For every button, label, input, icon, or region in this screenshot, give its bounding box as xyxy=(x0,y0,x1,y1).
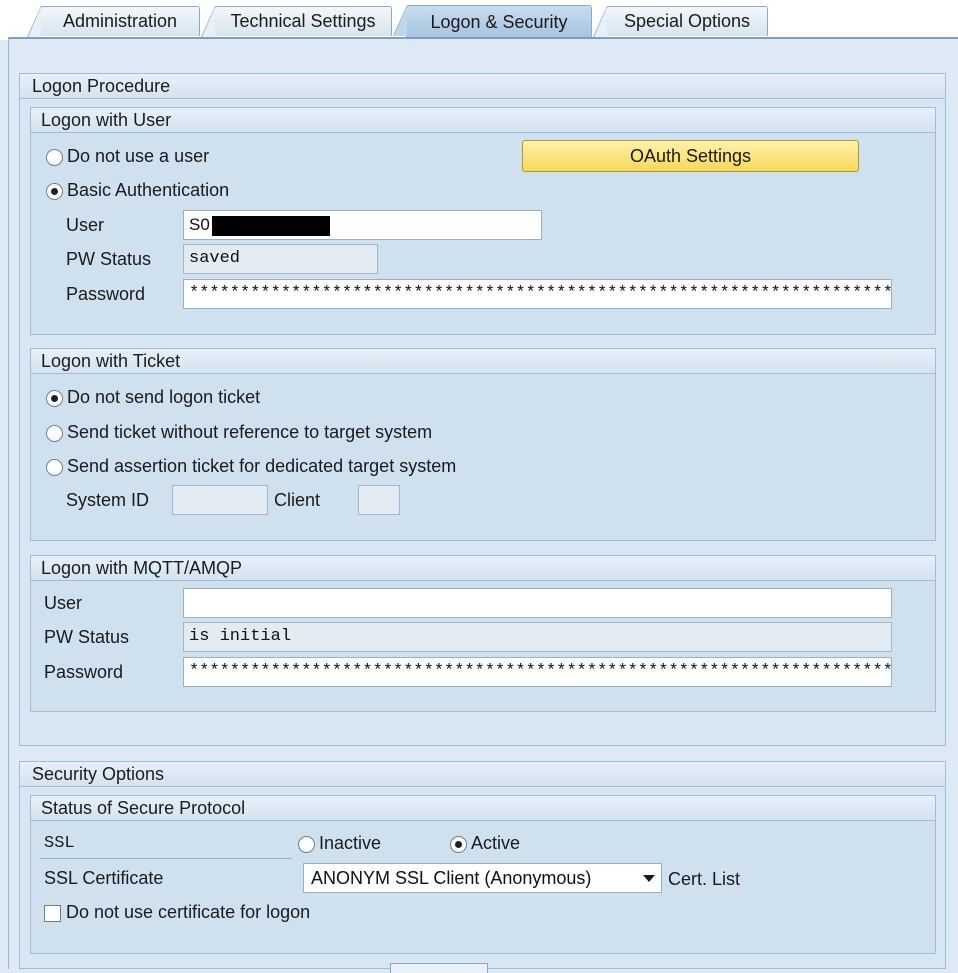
mqtt-user-input[interactable] xyxy=(183,588,892,618)
system-id-input[interactable] xyxy=(172,485,268,515)
pw-status-label: PW Status xyxy=(66,249,152,269)
tab-edge xyxy=(393,5,407,36)
radio-assertion-ticket[interactable] xyxy=(46,459,63,476)
tab-label: Technical Settings xyxy=(230,11,376,31)
pw-status-field: saved xyxy=(183,244,378,274)
radio-ssl-active-label: Active xyxy=(471,833,521,853)
mqtt-user-label: User xyxy=(44,593,83,613)
ssl-label: SSL xyxy=(44,834,75,853)
tab-edge xyxy=(593,6,607,37)
mqtt-pw-status-label: PW Status xyxy=(44,627,130,647)
tab-edge xyxy=(27,6,41,37)
tab-logon-security[interactable]: Logon & Security xyxy=(393,5,592,38)
radio-no-ticket[interactable] xyxy=(46,390,63,407)
bottom-button-edge[interactable] xyxy=(390,963,488,973)
radio-send-ticket-label: Send ticket without reference to target … xyxy=(67,422,433,442)
ssl-certificate-dropdown[interactable]: ANONYM SSL Client (Anonymous) xyxy=(303,863,662,893)
group-title: Security Options xyxy=(20,762,945,787)
oauth-settings-button[interactable]: OAuth Settings xyxy=(522,140,859,172)
cert-list-link[interactable]: Cert. List xyxy=(668,869,740,890)
password-input[interactable]: ****************************************… xyxy=(183,279,892,309)
group-title: Logon Procedure xyxy=(20,74,945,99)
tab-administration[interactable]: Administration xyxy=(27,6,200,37)
group-title: Status of Secure Protocol xyxy=(31,796,935,821)
ssl-certificate-label: SSL Certificate xyxy=(44,868,164,888)
radio-ssl-inactive[interactable] xyxy=(298,836,315,853)
user-value: S0 xyxy=(189,215,210,234)
tab-strip: Administration Technical Settings Logon … xyxy=(0,0,958,40)
no-cert-logon-label: Do not use certificate for logon xyxy=(66,902,311,922)
user-input[interactable]: S0 xyxy=(183,210,542,240)
tab-label: Administration xyxy=(62,11,178,31)
system-id-label: System ID xyxy=(66,490,150,510)
ssl-certificate-value: ANONYM SSL Client (Anonymous) xyxy=(311,868,592,888)
radio-no-user-label: Do not use a user xyxy=(67,146,210,166)
client-label: Client xyxy=(274,490,321,510)
radio-send-ticket[interactable] xyxy=(46,425,63,442)
group-title: Logon with Ticket xyxy=(31,349,935,374)
radio-basic-auth-label: Basic Authentication xyxy=(67,180,230,200)
mqtt-password-label: Password xyxy=(44,662,124,682)
redaction-bar xyxy=(211,215,330,236)
radio-assertion-ticket-label: Send assertion ticket for dedicated targ… xyxy=(67,456,457,476)
tab-special-options[interactable]: Special Options xyxy=(593,6,768,37)
radio-no-ticket-label: Do not send logon ticket xyxy=(67,387,261,407)
chevron-down-icon[interactable] xyxy=(643,875,655,882)
tab-technical-settings[interactable]: Technical Settings xyxy=(201,6,392,37)
radio-no-user[interactable] xyxy=(46,149,63,166)
mqtt-pw-status-field: is initial xyxy=(183,622,892,652)
group-title: Logon with MQTT/AMQP xyxy=(31,556,935,581)
client-input[interactable] xyxy=(358,485,400,515)
ssl-label-underline xyxy=(40,858,292,859)
radio-basic-auth[interactable] xyxy=(46,183,63,200)
tab-edge xyxy=(201,6,215,37)
no-cert-logon-checkbox[interactable] xyxy=(44,905,61,922)
tab-label: Logon & Security xyxy=(430,11,568,32)
tab-label: Special Options xyxy=(623,11,751,31)
radio-ssl-active[interactable] xyxy=(450,836,467,853)
password-label: Password xyxy=(66,284,146,304)
user-label: User xyxy=(66,215,105,235)
group-title: Logon with User xyxy=(31,108,935,133)
radio-ssl-inactive-label: Inactive xyxy=(319,833,382,853)
mqtt-password-input[interactable]: ****************************************… xyxy=(183,657,892,687)
logon-with-ticket-group: Logon with Ticket xyxy=(30,348,936,541)
